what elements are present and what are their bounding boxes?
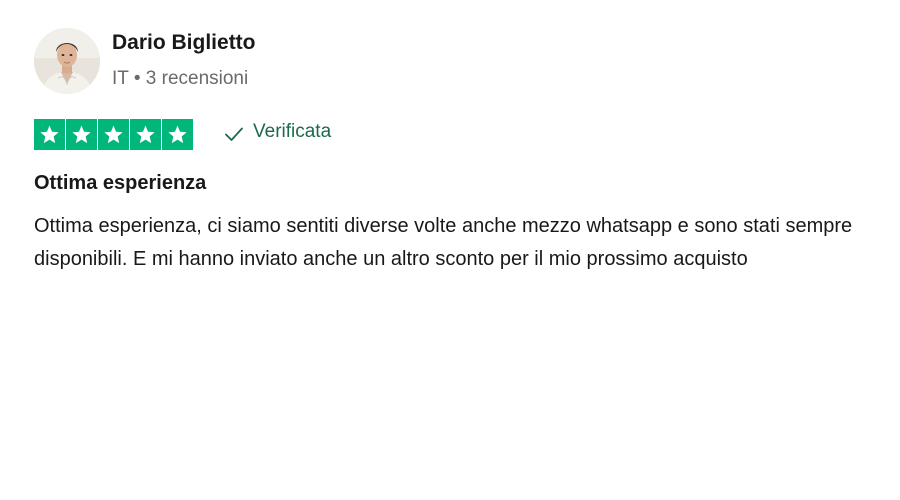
verified-badge[interactable]: Verificata (224, 121, 331, 143)
meta-separator: • (133, 68, 141, 89)
star-rating (34, 119, 193, 150)
reviewer-meta: IT • 3 recensioni (112, 68, 248, 90)
reviewer-review-count: 3 recensioni (145, 68, 249, 89)
star-icon (34, 119, 65, 150)
star-icon (98, 119, 129, 150)
reviewer-name[interactable]: Dario Biglietto (112, 31, 256, 55)
reviewer-country: IT (112, 68, 129, 89)
review-body: Ottima esperienza, ci siamo sentiti dive… (34, 215, 853, 270)
review-title: Ottima esperienza (34, 172, 207, 194)
user-avatar-icon (34, 28, 100, 94)
avatar[interactable] (34, 28, 100, 94)
verified-label: Verificata (253, 121, 332, 142)
star-icon (130, 119, 161, 150)
checkmark-icon (225, 127, 243, 141)
star-icon (66, 119, 97, 150)
star-icon (162, 119, 193, 150)
review-card: Dario Biglietto IT • 3 recensioni Verifi… (0, 0, 900, 500)
